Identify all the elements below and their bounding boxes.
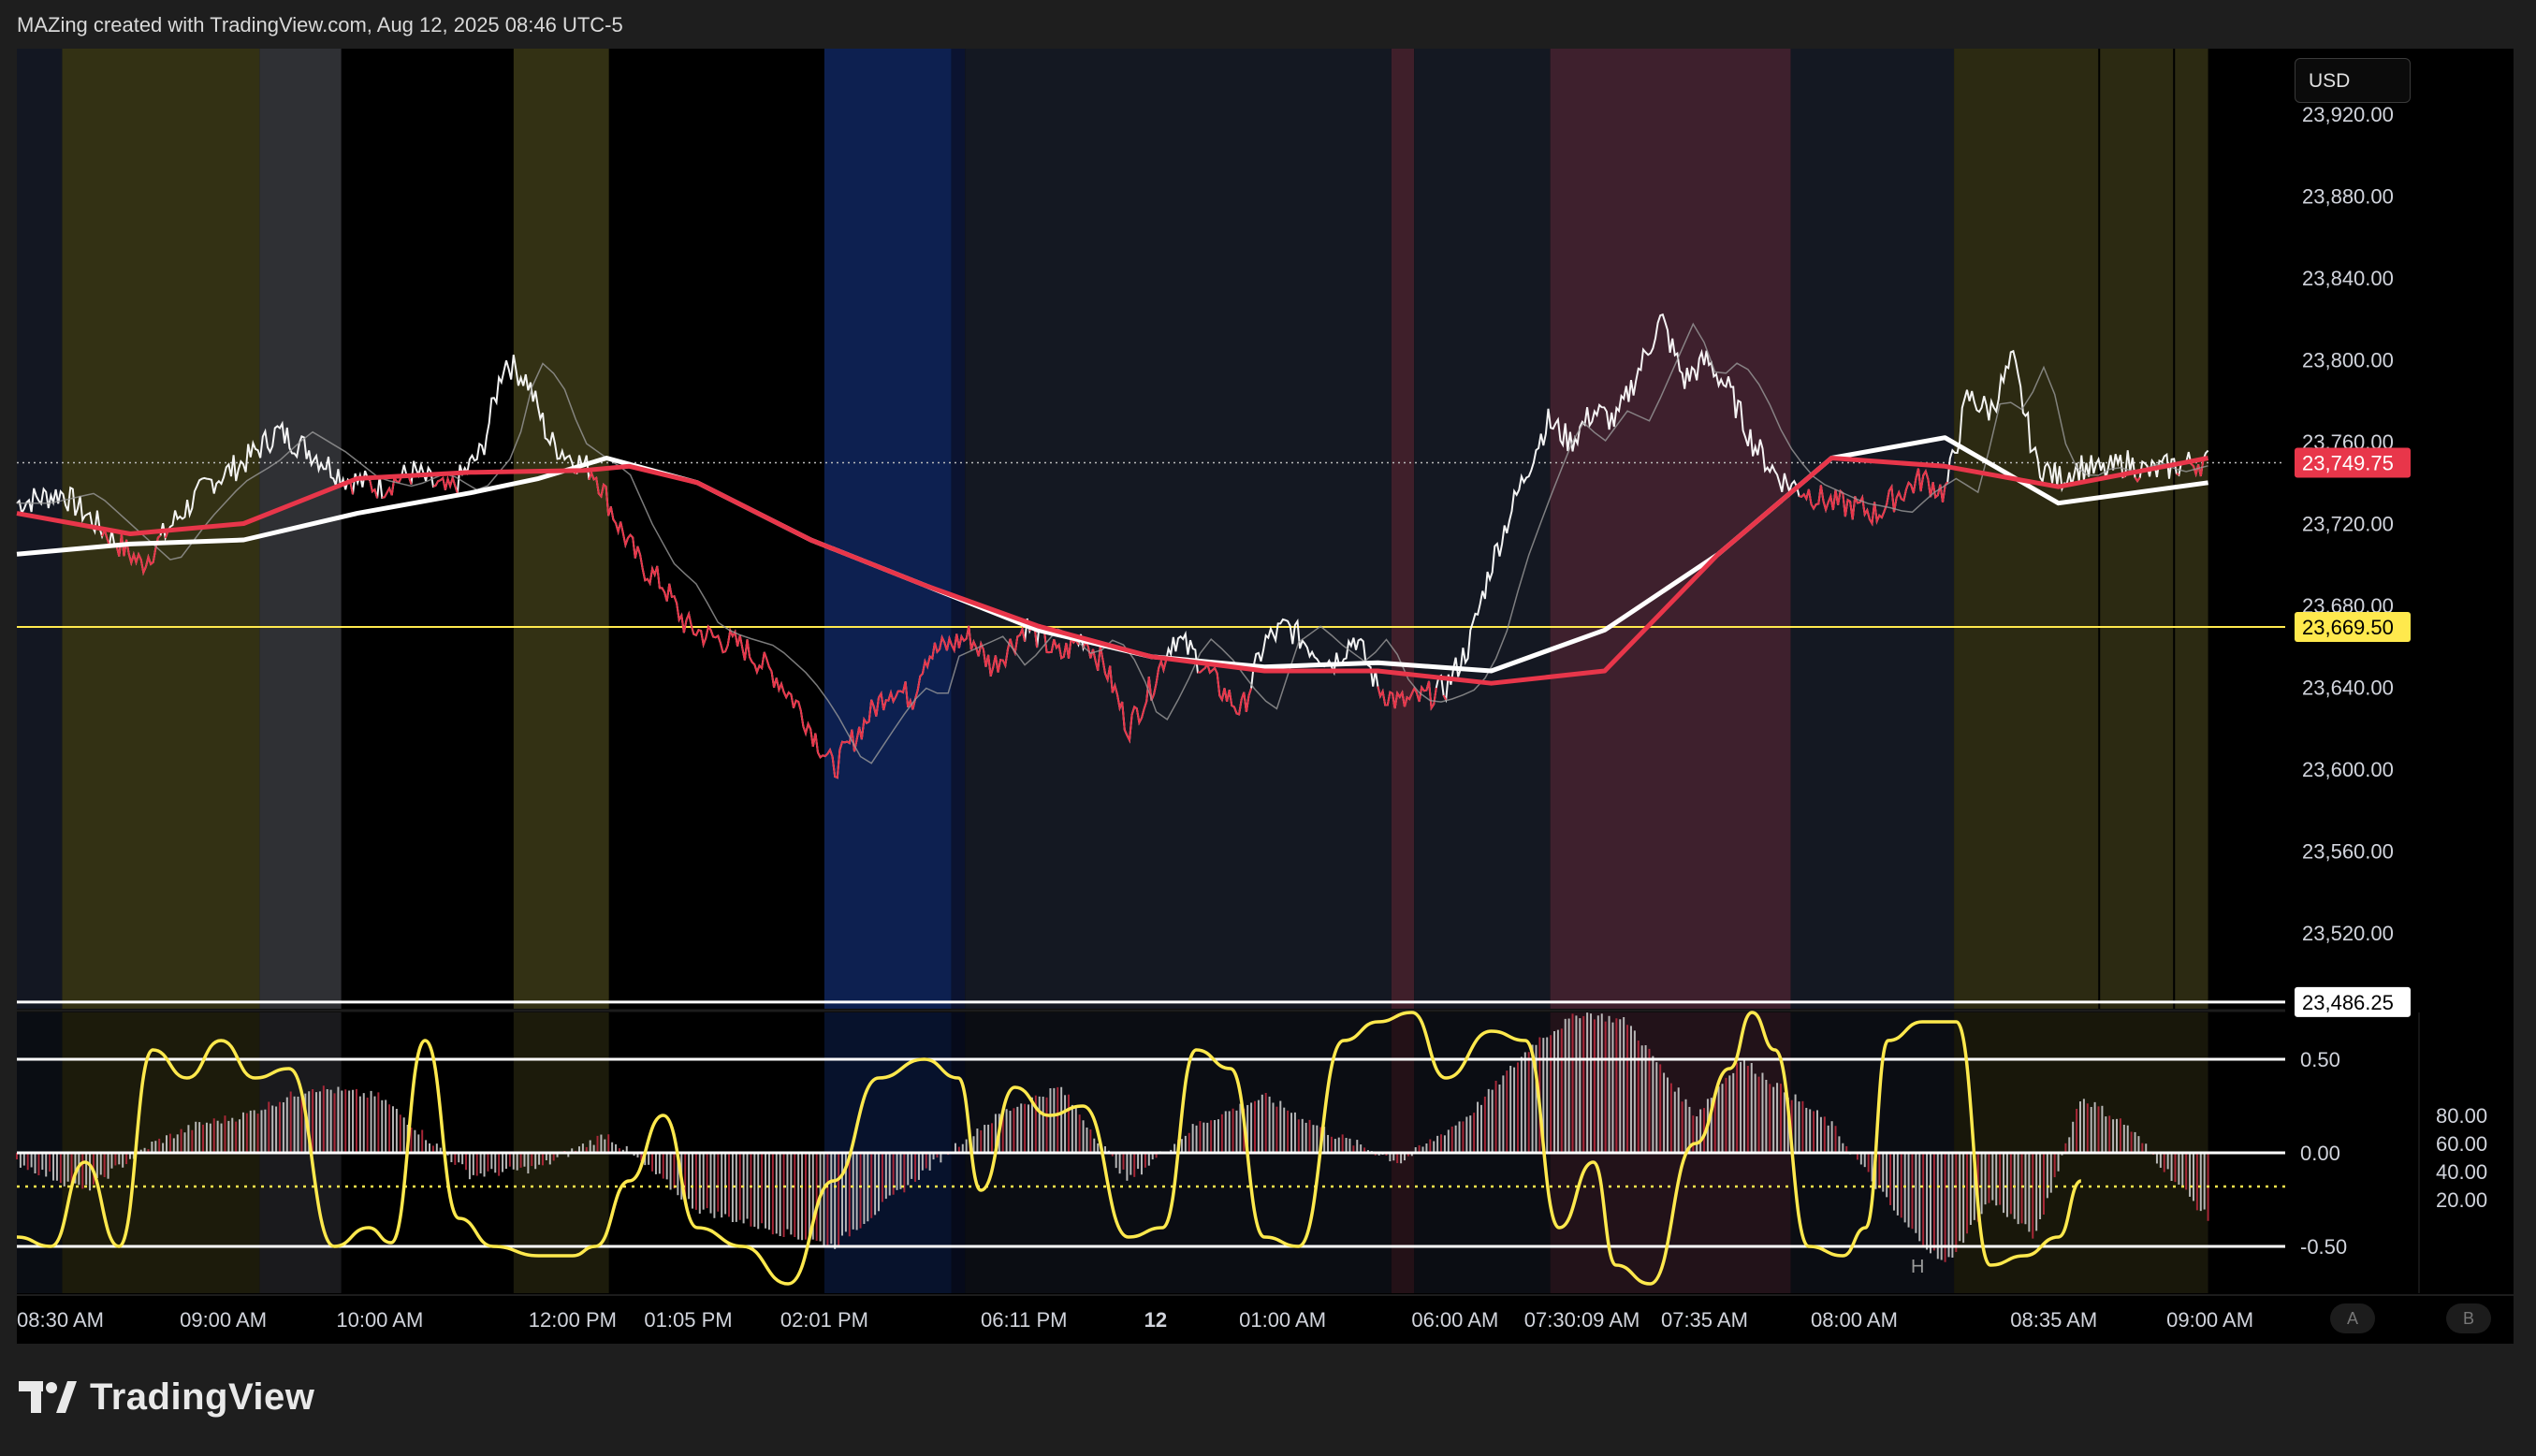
- session-band: [17, 49, 63, 1009]
- last-price-label: 23,749.75: [2302, 451, 2394, 474]
- price-tick-label: 23,840.00: [2302, 267, 2394, 290]
- auto-scale-button[interactable]: A: [2330, 1303, 2375, 1333]
- session-band: [1954, 49, 2208, 1009]
- price-tick-label: 23,920.00: [2302, 103, 2394, 126]
- scale-settings-button[interactable]: B: [2446, 1303, 2491, 1333]
- session-band: [1550, 49, 1791, 1009]
- time-tick-label: 07:30:09 AM: [1524, 1308, 1640, 1332]
- price-axis[interactable]: [2285, 49, 2419, 1293]
- time-tick-label: 08:30 AM: [17, 1308, 104, 1332]
- time-tick-label: 12: [1144, 1308, 1167, 1332]
- price-tick-label: 23,880.00: [2302, 185, 2394, 209]
- session-band: [1790, 49, 1955, 1009]
- time-tick-label: 01:00 AM: [1239, 1308, 1326, 1332]
- osc-tick-label: -0.50: [2300, 1235, 2347, 1259]
- time-tick-label: 07:35 AM: [1661, 1308, 1748, 1332]
- chart-canvas[interactable]: 23,920.00 23,880.00 23,840.00 23,800.00 23,7…: [0, 0, 2536, 1456]
- price-tick-label: 23,520.00: [2302, 922, 2394, 945]
- time-tick-label: 09:00 AM: [180, 1308, 267, 1332]
- white-level-label: 23,486.25: [2302, 991, 2394, 1014]
- osc-right-tick-label: 60.00: [2436, 1132, 2487, 1156]
- session-band: [823, 49, 952, 1009]
- osc-right-tick-label: 20.00: [2436, 1188, 2487, 1212]
- osc-right-tick-label: 40.00: [2436, 1160, 2487, 1184]
- time-tick-label: 06:11 PM: [981, 1308, 1068, 1332]
- time-tick-label: 02:01 PM: [780, 1308, 868, 1332]
- time-tick-label: 12:00 PM: [529, 1308, 617, 1332]
- session-band: [965, 49, 1392, 1009]
- time-tick-label: 08:00 AM: [1811, 1308, 1898, 1332]
- price-tick-label: 23,560.00: [2302, 840, 2394, 864]
- yellow-level-label: 23,669.50: [2302, 616, 2394, 639]
- oscillator-marker-h: H: [1911, 1257, 1924, 1277]
- osc-tick-label: 0.50: [2300, 1048, 2340, 1071]
- tradingview-snapshot: MAZing created with TradingView.com, Aug…: [0, 0, 2536, 1456]
- price-tick-label: 23,720.00: [2302, 513, 2394, 536]
- session-band: [513, 49, 609, 1009]
- tradingview-wordmark: TradingView: [90, 1376, 315, 1418]
- tradingview-branding: TradingView: [19, 1374, 314, 1420]
- time-tick-label: 10:00 AM: [336, 1308, 423, 1332]
- osc-right-tick-label: 80.00: [2436, 1104, 2487, 1128]
- osc-tick-label: 0.00: [2300, 1142, 2340, 1165]
- price-tick-label: 23,600.00: [2302, 758, 2394, 781]
- session-band: [1391, 49, 1415, 1009]
- price-tick-label: 23,800.00: [2302, 349, 2394, 372]
- session-band: [1414, 49, 1551, 1009]
- time-tick-label: 08:35 AM: [2010, 1308, 2097, 1332]
- tradingview-logo-icon: [19, 1379, 77, 1415]
- time-tick-label: 09:00 AM: [2166, 1308, 2253, 1332]
- session-band: [951, 49, 966, 1009]
- time-tick-label: 01:05 PM: [644, 1308, 732, 1332]
- time-tick-label: 06:00 AM: [1411, 1308, 1498, 1332]
- currency-selector[interactable]: USD: [2295, 58, 2411, 103]
- price-tick-label: 23,640.00: [2302, 677, 2394, 700]
